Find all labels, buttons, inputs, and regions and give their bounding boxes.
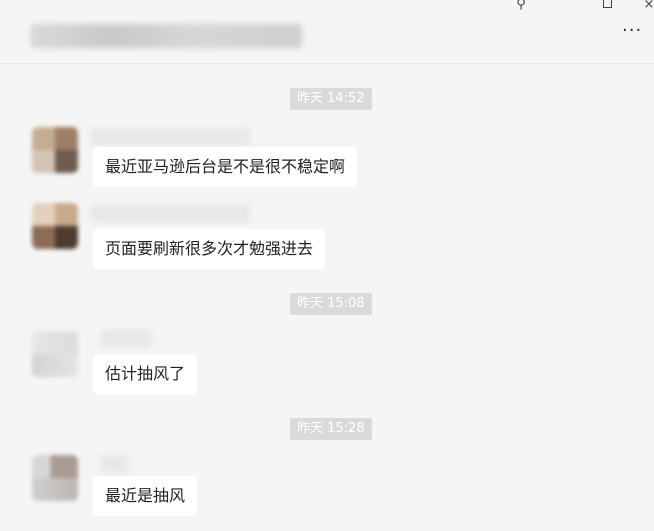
maximize-square bbox=[602, 0, 612, 8]
sender-name-blurred bbox=[90, 128, 250, 146]
sender-name-blurred bbox=[90, 204, 250, 222]
close-icon[interactable]: × bbox=[638, 0, 654, 14]
avatar[interactable] bbox=[32, 331, 78, 377]
title-bar: ⚲ × ··· bbox=[0, 0, 654, 64]
message-bubble[interactable]: 最近是抽风 bbox=[93, 476, 198, 516]
timestamp: 昨天 15:28 bbox=[290, 418, 372, 440]
message-bubble[interactable]: 估计抽风了 bbox=[93, 354, 198, 394]
avatar[interactable] bbox=[32, 455, 78, 501]
timestamp: 昨天 15:08 bbox=[290, 293, 372, 315]
more-options-icon[interactable]: ··· bbox=[622, 22, 650, 44]
avatar[interactable] bbox=[32, 203, 78, 249]
chat-title-blurred bbox=[30, 24, 302, 48]
maximize-icon[interactable] bbox=[596, 0, 618, 14]
message-bubble[interactable]: 页面要刷新很多次才勉强进去 bbox=[93, 229, 326, 269]
sender-name-blurred bbox=[100, 330, 152, 348]
avatar[interactable] bbox=[32, 127, 78, 173]
pin-icon[interactable]: ⚲ bbox=[510, 0, 532, 14]
message-bubble[interactable]: 最近亚马逊后台是不是很不稳定啊 bbox=[93, 147, 358, 187]
sender-name-blurred bbox=[100, 455, 128, 473]
timestamp: 昨天 14:52 bbox=[290, 88, 372, 110]
